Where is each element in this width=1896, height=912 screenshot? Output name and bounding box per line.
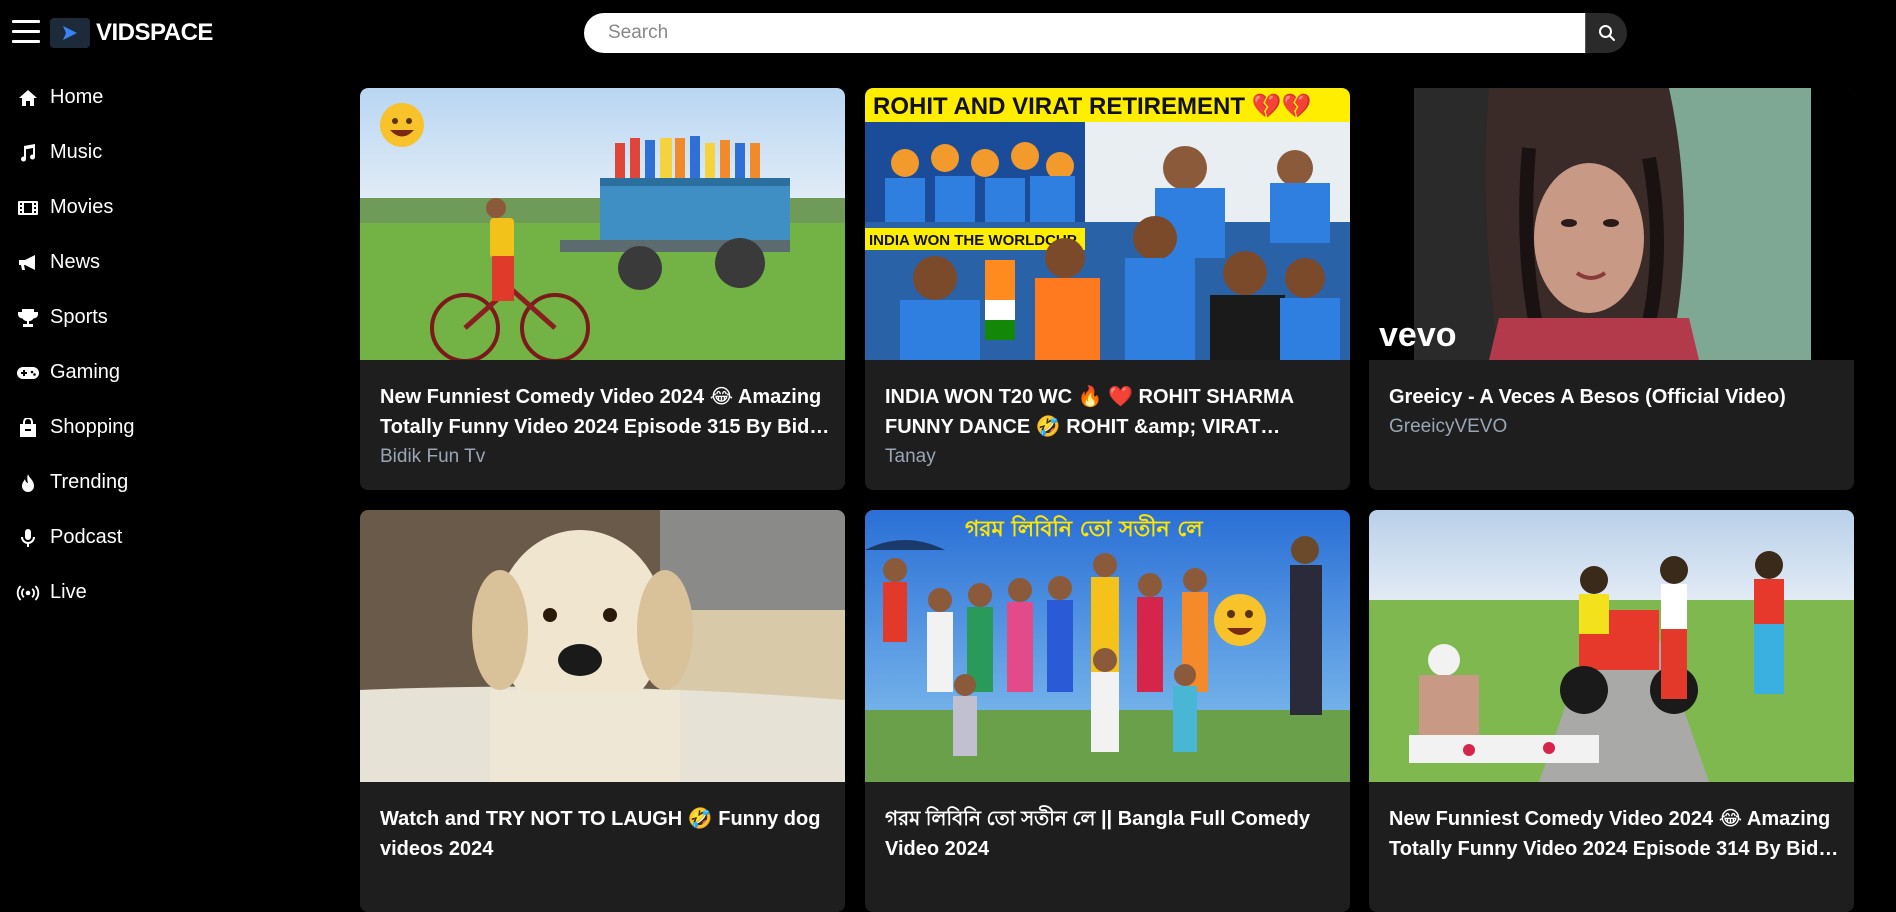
fire-icon xyxy=(16,471,40,495)
video-card[interactable]: Watch and TRY NOT TO LAUGH 🤣 Funny dog v… xyxy=(360,510,845,912)
sidebar-item-shopping[interactable]: Shopping xyxy=(0,400,340,455)
video-thumbnail[interactable]: গরম লিবিনি তো সতীন লে xyxy=(865,510,1350,782)
megaphone-icon xyxy=(16,251,40,275)
top-bar: VIDSPACE xyxy=(0,0,1896,66)
music-note-icon xyxy=(16,141,40,165)
sidebar-item-label: Trending xyxy=(50,471,129,493)
search-input[interactable] xyxy=(584,13,1585,53)
video-title[interactable]: Watch and TRY NOT TO LAUGH 🤣 Funny dog v… xyxy=(380,804,830,864)
gamepad-icon xyxy=(16,361,40,385)
video-title[interactable]: গরম লিবিনি তো সতীন লে || Bangla Full Com… xyxy=(885,804,1335,864)
sidebar-item-label: Live xyxy=(50,581,87,603)
thumbnail-headline: ROHIT AND VIRAT RETIREMENT 💔💔 xyxy=(873,93,1312,120)
sidebar-item-label: Gaming xyxy=(50,361,121,383)
home-icon xyxy=(16,86,40,110)
video-info: গরম লিবিনি তো সতীন লে || Bangla Full Com… xyxy=(885,804,1335,864)
video-thumbnail[interactable] xyxy=(360,88,845,360)
search-button[interactable] xyxy=(1585,13,1627,53)
search-bar xyxy=(584,13,1627,53)
shopping-bag-icon xyxy=(16,416,40,440)
search-icon xyxy=(1598,25,1615,41)
film-icon xyxy=(16,196,40,220)
sidebar-item-podcast[interactable]: Podcast xyxy=(0,510,340,565)
broadcast-icon xyxy=(16,581,40,605)
sidebar-item-music[interactable]: Music xyxy=(0,125,340,180)
video-card[interactable]: New Funniest Comedy Video 2024 😂 Amazing… xyxy=(360,88,845,490)
video-thumbnail[interactable] xyxy=(360,510,845,782)
sidebar-item-gaming[interactable]: Gaming xyxy=(0,345,340,400)
sidebar-item-label: Shopping xyxy=(50,416,135,438)
sidebar-item-label: Podcast xyxy=(50,526,123,548)
video-thumbnail[interactable] xyxy=(1369,510,1854,782)
channel-name[interactable]: Bidik Fun Tv xyxy=(380,442,830,472)
sidebar-item-label: News xyxy=(50,251,101,273)
microphone-icon xyxy=(16,526,40,550)
menu-icon[interactable] xyxy=(12,20,40,44)
sidebar-item-label: Music xyxy=(50,141,103,163)
sidebar-item-label: Home xyxy=(50,86,104,108)
video-card[interactable]: New Funniest Comedy Video 2024 😂 Amazing… xyxy=(1369,510,1854,912)
sidebar-item-label: Movies xyxy=(50,196,114,218)
video-info: INDIA WON T20 WC 🔥 ❤️ ROHIT SHARMA FUNNY… xyxy=(885,382,1335,472)
vevo-logo: vevo xyxy=(1379,316,1457,354)
thumbnail-subtitle: INDIA WON THE WORLDCUP xyxy=(869,232,1077,249)
video-card[interactable]: গরম লিবিনি তো সতীন লে গরম লিবিনি তো সতীন… xyxy=(865,510,1350,912)
video-info: Greeicy - A Veces A Besos (Official Vide… xyxy=(1389,382,1839,442)
logo-text: VIDSPACE xyxy=(96,19,213,46)
channel-name[interactable]: Tanay xyxy=(885,442,1335,472)
video-card[interactable]: ROHIT AND VIRAT RETIREMENT 💔💔 INDIA WON … xyxy=(865,88,1350,490)
sidebar-item-sports[interactable]: Sports xyxy=(0,290,340,345)
sidebar-item-live[interactable]: Live xyxy=(0,565,340,620)
channel-name[interactable]: GreeicyVEVO xyxy=(1389,412,1839,442)
video-info: Watch and TRY NOT TO LAUGH 🤣 Funny dog v… xyxy=(380,804,830,864)
video-thumbnail[interactable]: vevo xyxy=(1369,88,1854,360)
video-title[interactable]: New Funniest Comedy Video 2024 😂 Amazing… xyxy=(380,382,830,442)
sidebar-item-news[interactable]: News xyxy=(0,235,340,290)
video-thumbnail[interactable]: ROHIT AND VIRAT RETIREMENT 💔💔 INDIA WON … xyxy=(865,88,1350,360)
sidebar-item-label: Sports xyxy=(50,306,108,328)
video-title[interactable]: New Funniest Comedy Video 2024 😂 Amazing… xyxy=(1389,804,1839,864)
sidebar-item-trending[interactable]: Trending xyxy=(0,455,340,510)
video-card[interactable]: vevo Greeicy - A Veces A Besos (Official… xyxy=(1369,88,1854,490)
video-info: New Funniest Comedy Video 2024 😂 Amazing… xyxy=(1389,804,1839,864)
video-title[interactable]: INDIA WON T20 WC 🔥 ❤️ ROHIT SHARMA FUNNY… xyxy=(885,382,1335,442)
trophy-icon xyxy=(16,306,40,330)
thumbnail-headline: গরম লিবিনি তো সতীন লে xyxy=(965,514,1204,542)
video-title[interactable]: Greeicy - A Veces A Besos (Official Vide… xyxy=(1389,382,1839,412)
video-info: New Funniest Comedy Video 2024 😂 Amazing… xyxy=(380,382,830,472)
play-logo-icon xyxy=(50,18,90,48)
sidebar-item-movies[interactable]: Movies xyxy=(0,180,340,235)
sidebar: Home Music Movies News Sports Gaming Sho… xyxy=(0,70,340,620)
logo[interactable]: VIDSPACE xyxy=(50,18,213,48)
sidebar-item-home[interactable]: Home xyxy=(0,70,340,125)
